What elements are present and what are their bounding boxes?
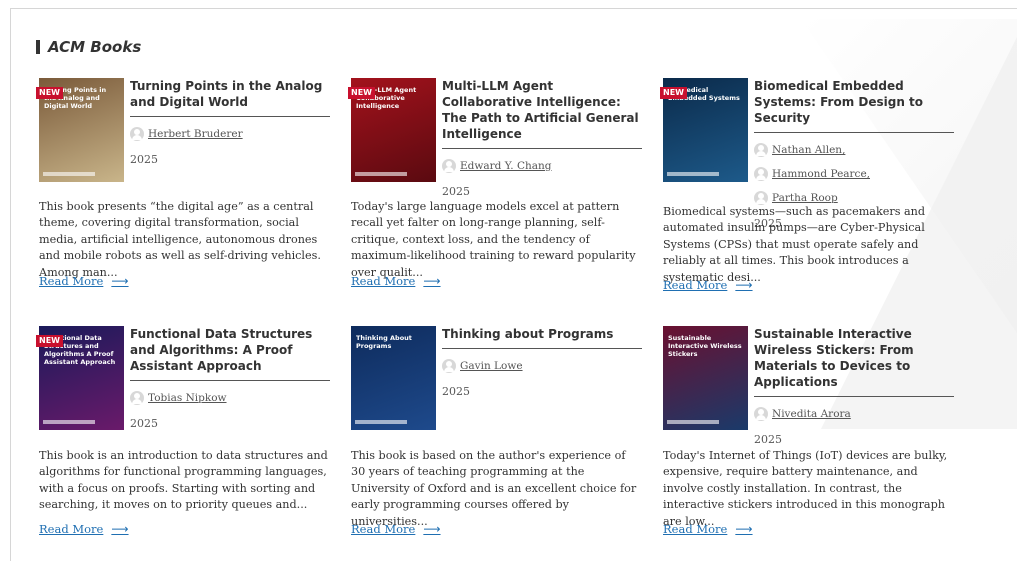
read-more-link[interactable]: Read More ⟶ <box>663 522 753 536</box>
author-name-link[interactable]: Edward Y. Chang <box>460 156 552 176</box>
read-more-link[interactable]: Read More ⟶ <box>351 522 441 536</box>
read-more-label: Read More <box>351 274 416 288</box>
read-more-label: Read More <box>351 522 416 536</box>
avatar-icon <box>442 359 456 373</box>
author-name-link[interactable]: Gavin Lowe <box>460 356 523 376</box>
avatar-icon <box>754 143 768 157</box>
section-heading: ACM Books <box>36 38 141 56</box>
book-info: Turning Points in the Analog and Digital… <box>130 78 330 166</box>
author-list: Nathan Allen, Hammond Pearce, Partha Roop <box>754 140 954 212</box>
book-info: Sustainable Interactive Wireless Sticker… <box>754 326 954 446</box>
read-more-link[interactable]: Read More ⟶ <box>663 278 753 292</box>
cover-title-text: Sustainable Interactive Wireless Sticker… <box>668 334 742 358</box>
book-info: Multi-LLM Agent Collaborative Intelligen… <box>442 78 642 198</box>
book-title[interactable]: Turning Points in the Analog and Digital… <box>130 78 330 117</box>
avatar-icon <box>442 159 456 173</box>
publisher-logo <box>355 420 407 424</box>
book-title[interactable]: Thinking about Programs <box>442 326 642 349</box>
avatar-icon <box>754 167 768 181</box>
author[interactable]: Nathan Allen, <box>754 140 845 160</box>
read-more-label: Read More <box>39 522 104 536</box>
arrow-right-icon: ⟶ <box>423 522 441 536</box>
section-title: ACM Books <box>48 38 142 56</box>
read-more-label: Read More <box>39 274 104 288</box>
book-description: This book is based on the author's exper… <box>351 449 637 528</box>
book-title[interactable]: Functional Data Structures and Algorithm… <box>130 326 330 381</box>
new-badge: NEW <box>36 87 63 99</box>
author[interactable]: Edward Y. Chang <box>442 156 552 176</box>
book-info: Thinking about Programs Gavin Lowe 2025 <box>442 326 642 398</box>
author-list: Gavin Lowe <box>442 356 642 380</box>
author-name-link[interactable]: Hammond Pearce, <box>772 164 870 184</box>
book-description: This book presents “the digital age” as … <box>39 200 321 279</box>
avatar-icon <box>754 191 768 205</box>
cover-title-text: Thinking About Programs <box>356 334 412 350</box>
publication-year: 2025 <box>442 385 470 398</box>
book-description: This book is an introduction to data str… <box>39 449 328 512</box>
publication-year: 2025 <box>130 153 158 166</box>
book-title[interactable]: Sustainable Interactive Wireless Sticker… <box>754 326 954 397</box>
author[interactable]: Nivedita Arora <box>754 404 851 424</box>
book-description: Today's Internet of Things (IoT) devices… <box>663 449 948 528</box>
publisher-logo <box>43 420 95 424</box>
author-list: Nivedita Arora <box>754 404 954 428</box>
book-description: Today's large language models excel at p… <box>351 200 636 279</box>
heading-bar-icon <box>36 40 40 54</box>
read-more-label: Read More <box>663 522 728 536</box>
read-more-link[interactable]: Read More ⟶ <box>39 522 129 536</box>
arrow-right-icon: ⟶ <box>735 278 753 292</box>
avatar-icon <box>130 391 144 405</box>
author-list: Tobias Nipkow <box>130 388 330 412</box>
author[interactable]: Gavin Lowe <box>442 356 523 376</box>
author-name-link[interactable]: Nathan Allen, <box>772 140 845 160</box>
book-cover-image[interactable]: Thinking About Programs <box>351 326 436 430</box>
arrow-right-icon: ⟶ <box>111 274 129 288</box>
publisher-logo <box>667 420 719 424</box>
read-more-link[interactable]: Read More ⟶ <box>351 274 441 288</box>
publisher-logo <box>43 172 95 176</box>
publication-year: 2025 <box>442 185 470 198</box>
publication-year: 2025 <box>754 433 782 446</box>
avatar-icon <box>130 127 144 141</box>
author[interactable]: Tobias Nipkow <box>130 388 227 408</box>
arrow-right-icon: ⟶ <box>423 274 441 288</box>
arrow-right-icon: ⟶ <box>735 522 753 536</box>
read-more-label: Read More <box>663 278 728 292</box>
book-info: Functional Data Structures and Algorithm… <box>130 326 330 430</box>
new-badge: NEW <box>348 87 375 99</box>
book-cover-image[interactable]: Sustainable Interactive Wireless Sticker… <box>663 326 748 430</box>
author-list: Herbert Bruderer <box>130 124 330 148</box>
book-title[interactable]: Biomedical Embedded Systems: From Design… <box>754 78 954 133</box>
author-name-link[interactable]: Herbert Bruderer <box>148 124 243 144</box>
book-description: Biomedical systems—such as pacemakers an… <box>663 205 926 284</box>
publication-year: 2025 <box>130 417 158 430</box>
author-name-link[interactable]: Tobias Nipkow <box>148 388 227 408</box>
avatar-icon <box>754 407 768 421</box>
author[interactable]: Hammond Pearce, <box>754 164 870 184</box>
book-title[interactable]: Multi-LLM Agent Collaborative Intelligen… <box>442 78 642 149</box>
author-name-link[interactable]: Nivedita Arora <box>772 404 851 424</box>
author-list: Edward Y. Chang <box>442 156 642 180</box>
author[interactable]: Herbert Bruderer <box>130 124 243 144</box>
arrow-right-icon: ⟶ <box>111 522 129 536</box>
publisher-logo <box>355 172 407 176</box>
read-more-link[interactable]: Read More ⟶ <box>39 274 129 288</box>
new-badge: NEW <box>36 335 63 347</box>
new-badge: NEW <box>660 87 687 99</box>
publisher-logo <box>667 172 719 176</box>
